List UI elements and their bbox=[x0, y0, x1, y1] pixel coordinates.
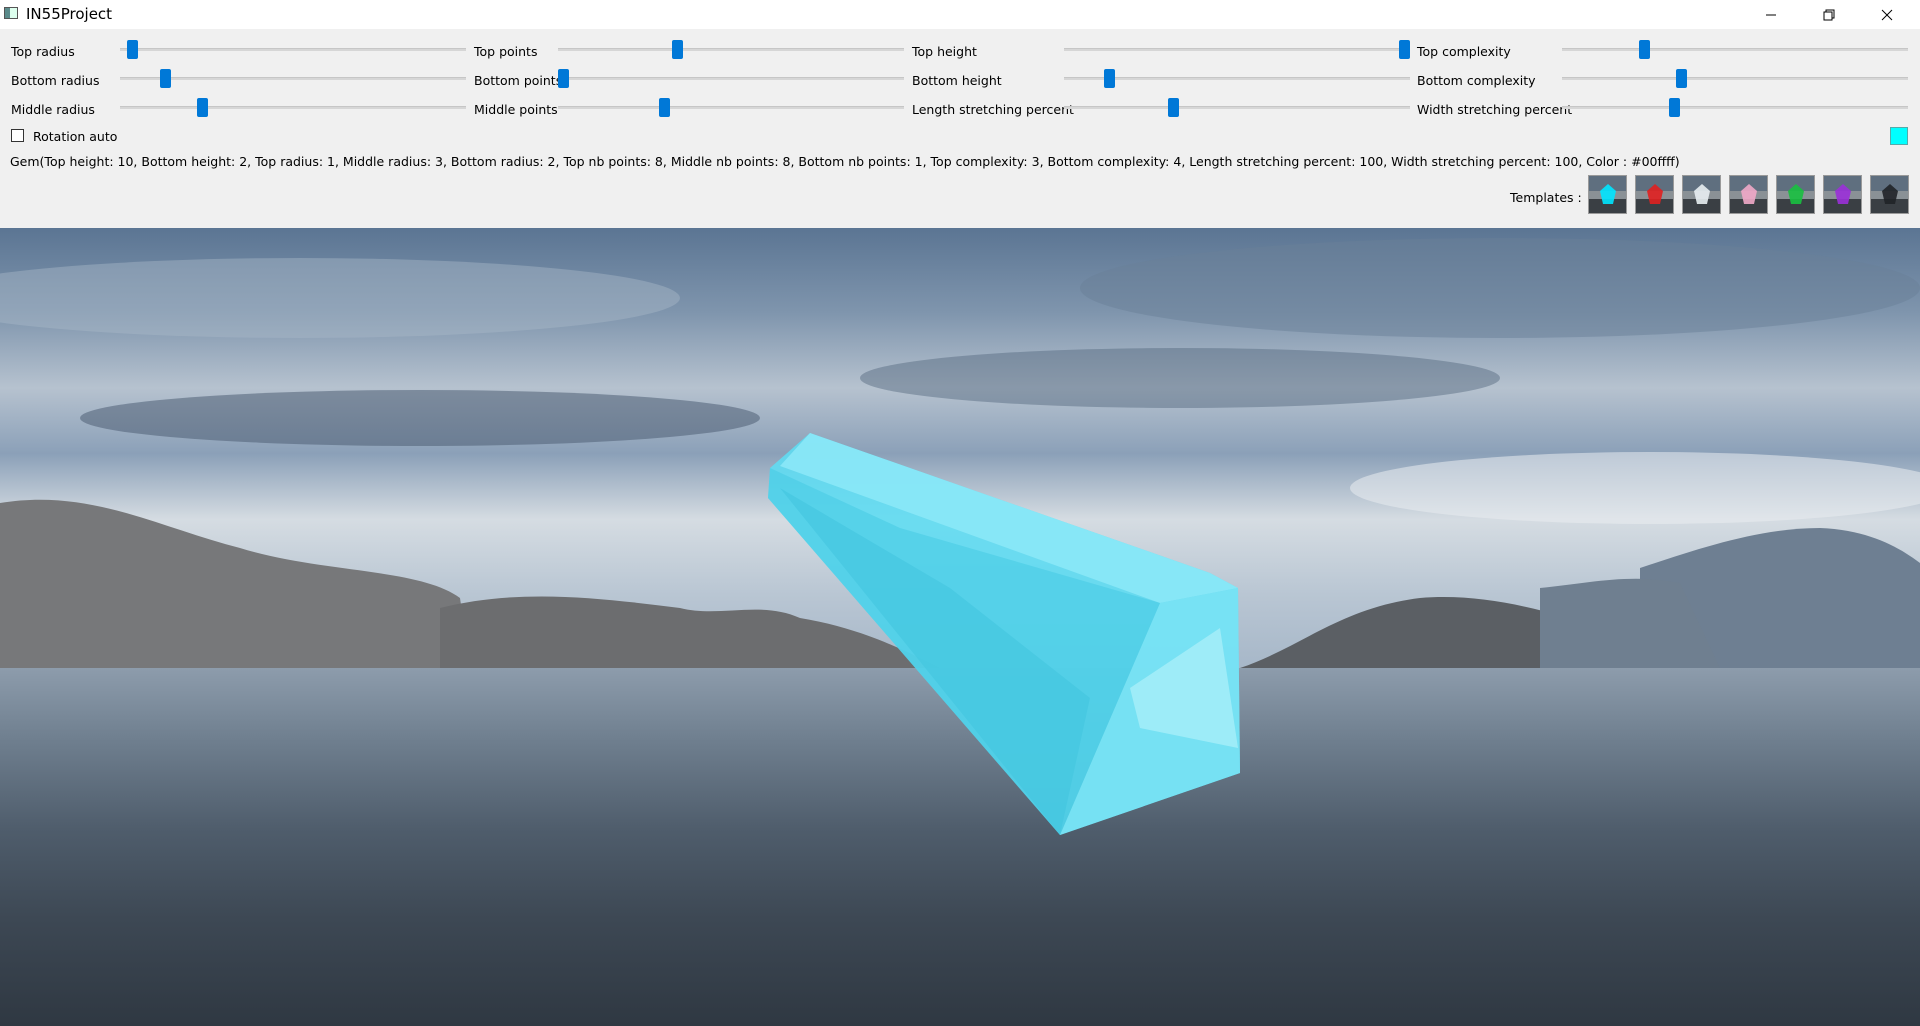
bottom-complexity-label: Bottom complexity bbox=[1417, 73, 1536, 88]
middle-points-label: Middle points bbox=[474, 102, 558, 117]
title-bar: IN55Project bbox=[0, 0, 1920, 29]
close-icon bbox=[1881, 9, 1893, 20]
controls-panel: Top radius Top points Top height Top com… bbox=[0, 29, 1920, 228]
close-button[interactable] bbox=[1864, 0, 1910, 29]
middle-radius-slider[interactable] bbox=[120, 97, 466, 117]
top-points-label: Top points bbox=[474, 44, 538, 59]
top-height-label: Top height bbox=[912, 44, 977, 59]
templates-label: Templates : bbox=[1510, 190, 1582, 205]
template-white-gem-button[interactable] bbox=[1682, 175, 1721, 214]
rotation-auto-label[interactable]: Rotation auto bbox=[33, 129, 117, 144]
top-radius-slider[interactable] bbox=[120, 39, 466, 59]
width-stretching-percent-label: Width stretching percent bbox=[1417, 102, 1573, 117]
bottom-points-label: Bottom points bbox=[474, 73, 563, 88]
rotation-auto-checkbox[interactable] bbox=[11, 129, 24, 142]
top-complexity-slider[interactable] bbox=[1562, 39, 1908, 59]
window-title: IN55Project bbox=[26, 5, 113, 23]
gem-model[interactable] bbox=[0, 228, 1920, 1026]
middle-points-slider[interactable] bbox=[558, 97, 904, 117]
length-stretching-percent-label: Length stretching percent bbox=[912, 102, 1074, 117]
slider-handle[interactable] bbox=[127, 40, 138, 59]
app-icon bbox=[4, 7, 18, 19]
slider-handle[interactable] bbox=[197, 98, 208, 117]
gem-info-text: Gem(Top height: 10, Bottom height: 2, To… bbox=[10, 154, 1680, 169]
bottom-radius-slider[interactable] bbox=[120, 68, 466, 88]
slider-handle[interactable] bbox=[558, 69, 569, 88]
top-points-slider[interactable] bbox=[558, 39, 904, 59]
restore-button[interactable] bbox=[1806, 0, 1852, 29]
minimize-icon bbox=[1766, 14, 1776, 15]
slider-handle[interactable] bbox=[659, 98, 670, 117]
slider-handle[interactable] bbox=[1168, 98, 1179, 117]
restore-icon bbox=[1823, 9, 1835, 20]
slider-handle[interactable] bbox=[672, 40, 683, 59]
bottom-complexity-slider[interactable] bbox=[1562, 68, 1908, 88]
slider-handle[interactable] bbox=[1676, 69, 1687, 88]
bottom-height-label: Bottom height bbox=[912, 73, 1002, 88]
slider-handle[interactable] bbox=[1639, 40, 1650, 59]
3d-viewport[interactable] bbox=[0, 228, 1920, 1026]
slider-handle[interactable] bbox=[1669, 98, 1680, 117]
length-stretching-percent-slider[interactable] bbox=[1064, 97, 1410, 117]
minimize-button[interactable] bbox=[1748, 0, 1794, 29]
bottom-height-slider[interactable] bbox=[1064, 68, 1410, 88]
template-pink-gem-button[interactable] bbox=[1729, 175, 1768, 214]
top-height-slider[interactable] bbox=[1064, 39, 1410, 59]
width-stretching-percent-slider[interactable] bbox=[1562, 97, 1908, 117]
middle-radius-label: Middle radius bbox=[11, 102, 95, 117]
template-black-gem-button[interactable] bbox=[1870, 175, 1909, 214]
template-purple-gem-button[interactable] bbox=[1823, 175, 1862, 214]
template-cyan-gem-button[interactable] bbox=[1588, 175, 1627, 214]
bottom-points-slider[interactable] bbox=[558, 68, 904, 88]
template-green-gem-button[interactable] bbox=[1776, 175, 1815, 214]
template-red-gem-button[interactable] bbox=[1635, 175, 1674, 214]
top-radius-label: Top radius bbox=[11, 44, 75, 59]
bottom-radius-label: Bottom radius bbox=[11, 73, 100, 88]
slider-handle[interactable] bbox=[1104, 69, 1115, 88]
top-complexity-label: Top complexity bbox=[1417, 44, 1511, 59]
slider-handle[interactable] bbox=[160, 69, 171, 88]
color-picker-button[interactable] bbox=[1890, 127, 1908, 145]
slider-handle[interactable] bbox=[1399, 40, 1410, 59]
